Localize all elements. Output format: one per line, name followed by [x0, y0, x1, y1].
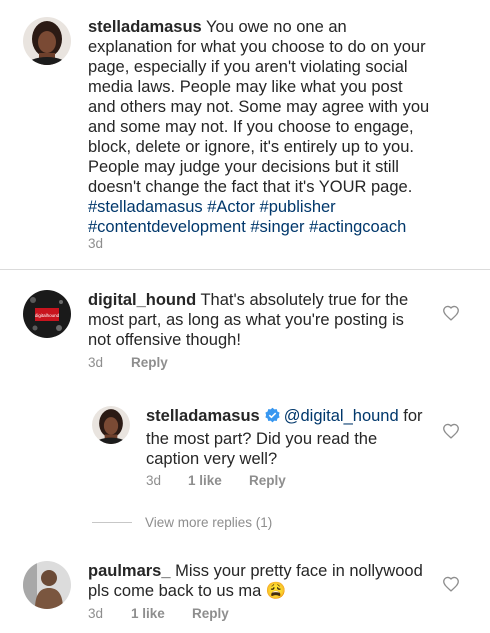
like-heart-icon[interactable] [442, 423, 460, 444]
comment-body: You owe no one an explanation for what y… [88, 18, 430, 196]
likes-count-button[interactable]: 1 like [131, 606, 192, 621]
hashtag-link[interactable]: #actingcoach [309, 218, 406, 236]
verified-badge-icon [264, 407, 281, 429]
view-more-replies-label: View more replies (1) [145, 515, 273, 530]
avatar-paulmars[interactable] [23, 561, 71, 609]
avatar-text: digitalhound [35, 313, 60, 318]
avatar-stelladamasus[interactable] [23, 17, 71, 65]
comment-meta: 3d 1 like Reply [88, 606, 229, 621]
comment-text: paulmars_ Miss your pretty face in nolly… [88, 561, 433, 601]
reply-button[interactable]: Reply [249, 473, 286, 488]
username-link[interactable]: stelladamasus [146, 407, 260, 425]
hashtag-link[interactable]: #singer [250, 218, 304, 236]
timestamp: 3d [146, 473, 162, 488]
likes-count-button[interactable]: 1 like [188, 473, 249, 488]
reply-text: stelladamasus @digital_hound for the most… [146, 406, 426, 469]
hashtag-link[interactable]: #contentdevelopment [88, 218, 246, 236]
hashtag-link[interactable]: #Actor [207, 198, 255, 216]
avatar-stelladamasus-reply[interactable] [92, 406, 130, 444]
timestamp: 3d [88, 355, 104, 370]
reply-button[interactable]: Reply [192, 606, 229, 621]
like-heart-icon[interactable] [442, 576, 460, 597]
reply-meta: 3d 1 like Reply [146, 473, 286, 488]
username-link[interactable]: paulmars_ [88, 562, 171, 580]
comment-text: stelladamasus You owe no one an explanat… [88, 17, 433, 237]
reply-button[interactable]: Reply [131, 355, 168, 370]
avatar-image [23, 17, 71, 65]
comment-meta: 3d Reply [88, 355, 168, 370]
hashtag-link[interactable]: #stelladamasus [88, 198, 203, 216]
replies-line [92, 522, 132, 523]
view-more-replies[interactable]: View more replies (1) [92, 515, 272, 530]
avatar-image [23, 561, 71, 609]
timestamp: 3d [88, 606, 104, 621]
username-link[interactable]: digital_hound [88, 291, 196, 309]
comment-meta: 3d [88, 236, 103, 251]
comment-text: digital_hound That's absolutely true for… [88, 290, 418, 350]
hashtag-link[interactable]: #publisher [260, 198, 336, 216]
like-heart-icon[interactable] [442, 305, 460, 326]
username-link[interactable]: stelladamasus [88, 18, 202, 36]
avatar-image: digitalhound [23, 290, 71, 338]
divider [0, 269, 490, 270]
mention-link[interactable]: @digital_hound [284, 407, 399, 425]
timestamp: 3d [88, 236, 104, 251]
avatar-image [92, 406, 130, 444]
avatar-digital-hound[interactable]: digitalhound [23, 290, 71, 338]
